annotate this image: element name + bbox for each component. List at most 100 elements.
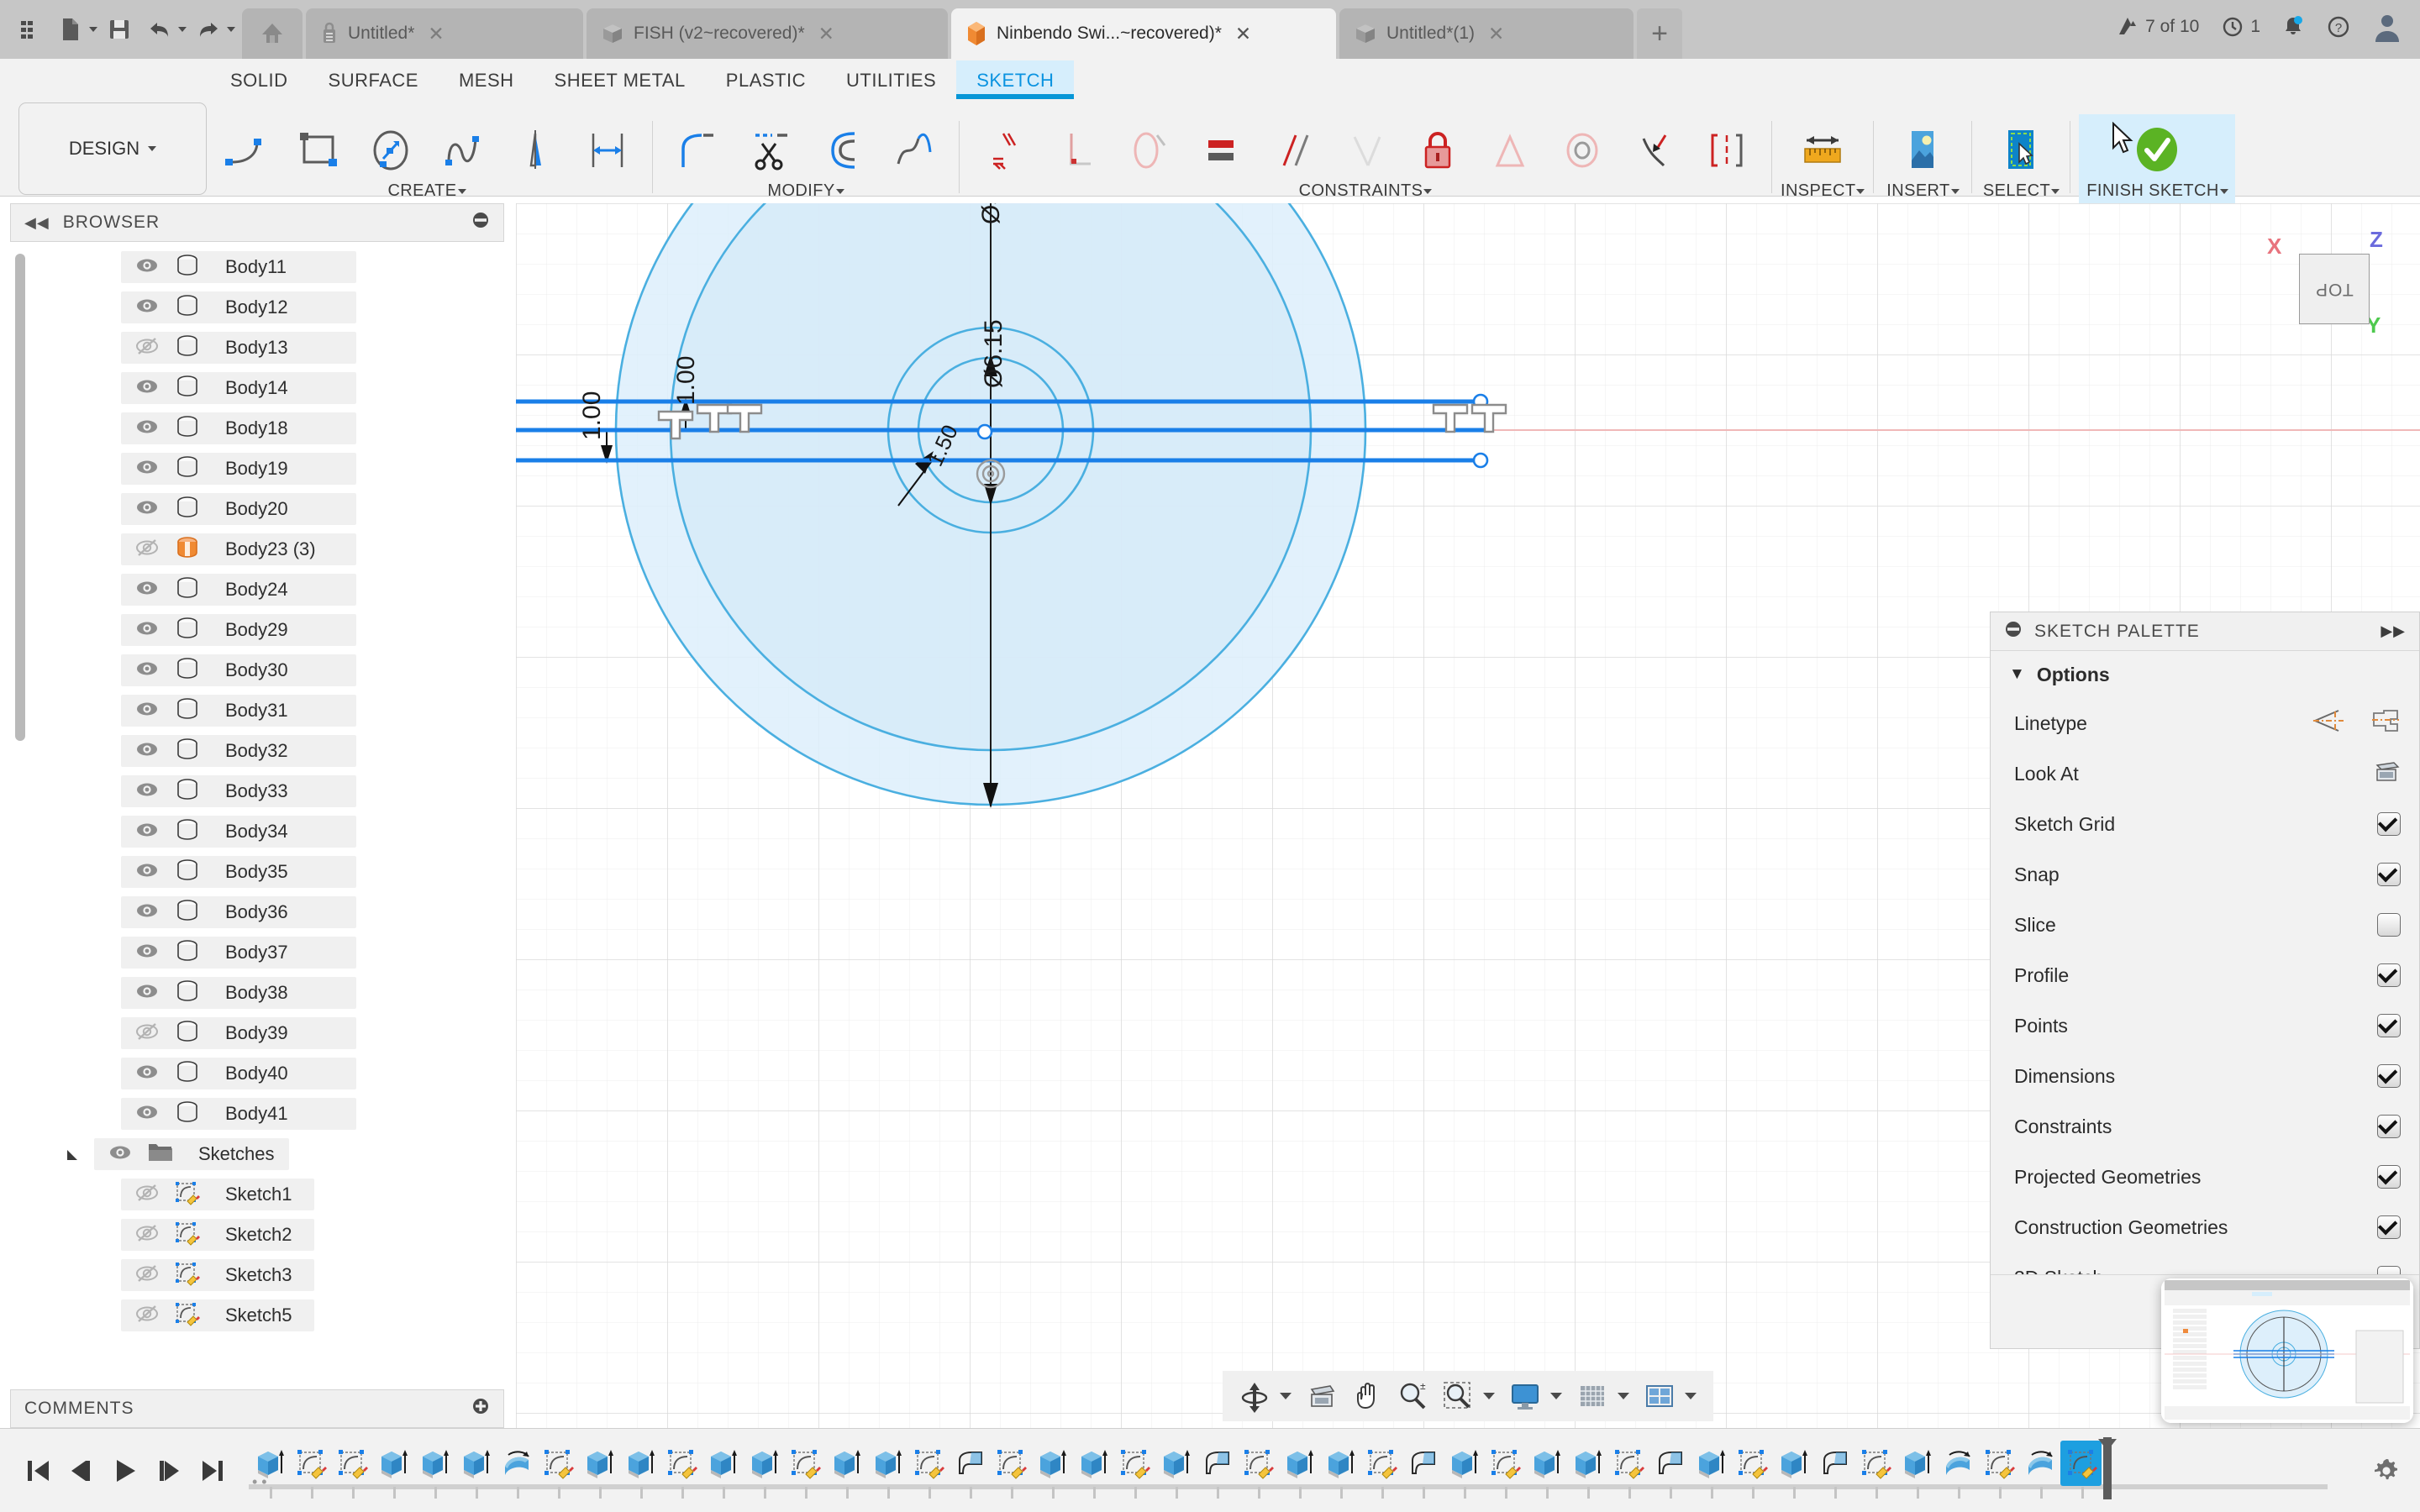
trim-icon[interactable] [734, 121, 806, 180]
browser-item-body12[interactable]: Body12 [0, 287, 516, 328]
grid-snaps-dropdown-caret[interactable] [1618, 1393, 1629, 1399]
checkbox[interactable] [2377, 863, 2401, 886]
checkbox[interactable] [2377, 963, 2401, 987]
timeline-feature-sketch[interactable] [1607, 1441, 1649, 1486]
timeline-feature-extrude[interactable] [1319, 1441, 1360, 1486]
fix-lock-icon[interactable] [1402, 121, 1474, 180]
browser-item-body19[interactable]: Body19 [0, 449, 516, 489]
browser-item-body39[interactable]: Body39 [0, 1013, 516, 1053]
history-status[interactable]: 1 [2221, 15, 2260, 39]
play-icon[interactable] [111, 1457, 139, 1485]
expand-arrow-icon[interactable] [64, 1147, 79, 1162]
timeline-feature-extrude[interactable] [249, 1441, 290, 1486]
timeline-feature-sketch[interactable] [1978, 1441, 2019, 1486]
save-icon[interactable] [101, 9, 138, 50]
browser-item-sketch1[interactable]: Sketch1 [0, 1174, 516, 1215]
timeline-feature-sketch[interactable] [331, 1441, 372, 1486]
zoom-icon[interactable]: ± [1391, 1374, 1434, 1418]
group-label-insert[interactable]: INSERT [1886, 181, 1959, 201]
timeline-feature-extrude[interactable] [372, 1441, 413, 1486]
coincident-icon[interactable] [968, 121, 1040, 180]
visibility-on-icon[interactable] [134, 1100, 165, 1129]
timeline-feature-sketch[interactable] [784, 1441, 825, 1486]
visibility-on-icon[interactable] [134, 1059, 165, 1089]
browser-item-body41[interactable]: Body41 [0, 1094, 516, 1134]
notifications-bell[interactable] [2282, 14, 2304, 39]
concentric-icon[interactable] [1546, 121, 1618, 180]
view-cube[interactable]: X Z Y TOP [2281, 239, 2381, 339]
visibility-on-icon[interactable] [134, 777, 165, 806]
visibility-off-icon[interactable] [134, 1301, 165, 1331]
tab-home[interactable] [242, 8, 302, 59]
tab-untitled-2[interactable]: Untitled*(1) ✕ [1339, 8, 1634, 59]
browser-item-body30[interactable]: Body30 [0, 650, 516, 690]
visibility-on-icon[interactable] [134, 374, 165, 403]
timeline-feature-extrude[interactable] [1155, 1441, 1196, 1486]
visibility-off-icon[interactable] [134, 1221, 165, 1250]
timeline-feature-sketch[interactable] [1113, 1441, 1155, 1486]
timeline-feature-sketch[interactable] [990, 1441, 1031, 1486]
parallel-icon[interactable] [1257, 121, 1329, 180]
chevron-down-icon[interactable] [1423, 189, 1432, 194]
panel-menu-icon[interactable] [471, 211, 490, 234]
timeline-track[interactable]: • • [249, 1429, 2353, 1512]
offset-icon[interactable] [806, 121, 878, 180]
browser-item-body31[interactable]: Body31 [0, 690, 516, 731]
options-section-header[interactable]: ▼ Options [1991, 651, 2419, 698]
timeline-feature-extrude[interactable] [702, 1441, 743, 1486]
visibility-on-icon[interactable] [134, 454, 165, 484]
browser-item-body18[interactable]: Body18 [0, 408, 516, 449]
insert-image-icon[interactable] [1882, 121, 1963, 180]
browser-item-body35[interactable]: Body35 [0, 852, 516, 892]
visibility-on-icon[interactable] [134, 414, 165, 444]
timeline-feature-extrude[interactable] [1690, 1441, 1731, 1486]
timeline-feature-revolve[interactable] [2019, 1441, 2060, 1486]
construction-icon[interactable] [2370, 708, 2401, 738]
gear-icon[interactable] [2353, 1455, 2420, 1487]
timeline-feature-extrude[interactable] [1072, 1441, 1113, 1486]
tab-surface[interactable]: SURFACE [308, 60, 439, 99]
timeline-feature-revolve[interactable] [496, 1441, 537, 1486]
timeline-feature-sketch[interactable] [2060, 1441, 2102, 1486]
timeline-feature-extrude[interactable] [619, 1441, 660, 1486]
browser-item-body36[interactable]: Body36 [0, 892, 516, 932]
undo-icon[interactable] [141, 9, 178, 50]
browser-item-body14[interactable]: Body14 [0, 368, 516, 408]
timeline-feature-extrude[interactable] [578, 1441, 619, 1486]
skip-last-icon[interactable] [198, 1457, 227, 1485]
timeline-feature-revolve[interactable] [1937, 1441, 1978, 1486]
timeline-marker-handle[interactable] [2103, 1437, 2112, 1499]
chevron-down-icon[interactable] [148, 146, 156, 151]
close-icon[interactable]: ✕ [428, 23, 444, 45]
browser-item-body34[interactable]: Body34 [0, 811, 516, 852]
comments-panel-header[interactable]: COMMENTS [10, 1389, 504, 1428]
collapse-left-icon[interactable]: ◀◀ [24, 214, 50, 232]
centerline-icon[interactable] [2310, 708, 2345, 738]
visibility-on-icon[interactable] [134, 575, 165, 605]
timeline-feature-fillet[interactable] [1196, 1441, 1237, 1486]
help-button[interactable]: ? [2326, 14, 2351, 39]
visibility-on-icon[interactable] [134, 817, 165, 847]
visibility-on-icon[interactable] [134, 293, 165, 323]
jobs-status[interactable]: 7 of 10 [2114, 14, 2199, 39]
step-forward-icon[interactable] [155, 1457, 183, 1485]
orbit-icon[interactable] [1233, 1374, 1276, 1418]
chevron-down-icon[interactable]: ▼ [2009, 665, 2025, 684]
redo-icon[interactable] [190, 9, 227, 50]
zoom-window-dropdown-caret[interactable] [1483, 1393, 1495, 1399]
chevron-down-icon[interactable] [458, 189, 466, 194]
timeline-feature-sketch[interactable] [660, 1441, 702, 1486]
horizontal-vertical-icon[interactable] [1185, 121, 1257, 180]
visibility-off-icon[interactable] [134, 535, 165, 564]
timeline-feature-extrude[interactable] [866, 1441, 908, 1486]
browser-item-body13[interactable]: Body13 [0, 328, 516, 368]
measure-ruler-icon[interactable] [1782, 121, 1863, 180]
timeline-feature-fillet[interactable] [1813, 1441, 1854, 1486]
checkbox[interactable] [2377, 1064, 2401, 1088]
pan-hand-icon[interactable] [1345, 1374, 1389, 1418]
checkbox[interactable] [2377, 1014, 2401, 1037]
timeline-feature-extrude[interactable] [413, 1441, 455, 1486]
timeline-feature-sketch[interactable] [908, 1441, 949, 1486]
browser-item-body24[interactable]: Body24 [0, 570, 516, 610]
grid-menu-icon[interactable] [12, 9, 49, 50]
